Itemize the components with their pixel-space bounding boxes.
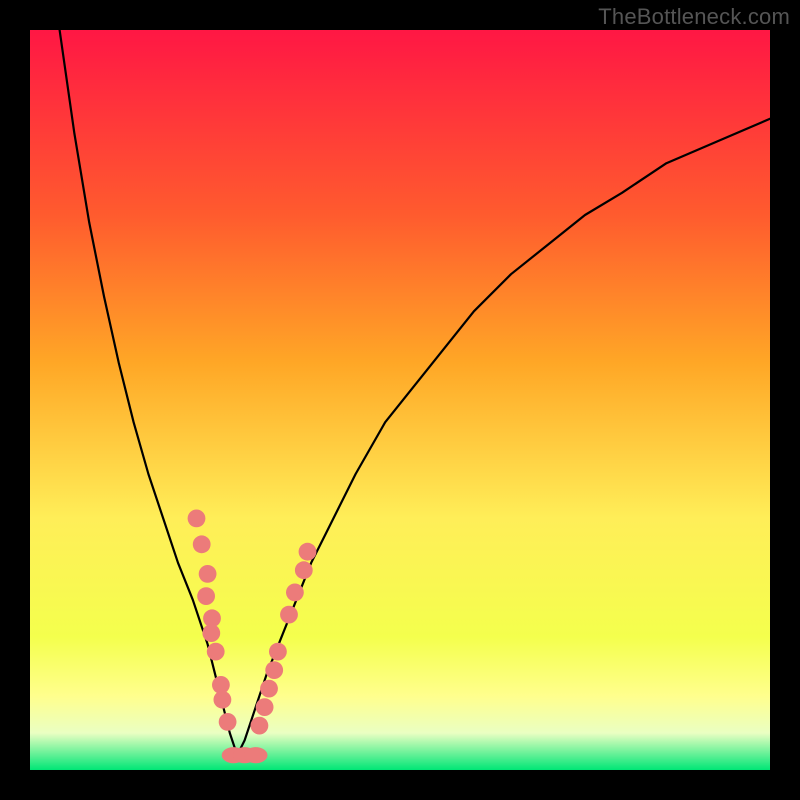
data-point-marker: [188, 510, 206, 528]
data-point-marker: [193, 535, 211, 553]
data-point-marker: [199, 565, 217, 583]
chart-root: TheBottleneck.com: [0, 0, 800, 800]
data-point-marker: [299, 543, 317, 561]
data-point-marker: [260, 680, 278, 698]
data-point-marker: [207, 643, 225, 661]
data-point-marker: [219, 713, 237, 731]
data-point-marker: [197, 587, 215, 605]
data-point-marker: [280, 606, 298, 624]
data-point-marker: [214, 691, 232, 709]
data-point-marker: [295, 561, 313, 579]
data-point-marker: [265, 661, 283, 679]
bottleneck-chart: [0, 0, 800, 800]
watermark-text: TheBottleneck.com: [598, 4, 790, 30]
data-point-marker: [202, 624, 220, 642]
data-point-marker: [251, 717, 269, 735]
plot-area: [30, 30, 770, 770]
data-point-marker: [244, 747, 268, 763]
data-point-marker: [286, 584, 304, 602]
data-point-marker: [269, 643, 287, 661]
data-point-marker: [256, 698, 274, 716]
